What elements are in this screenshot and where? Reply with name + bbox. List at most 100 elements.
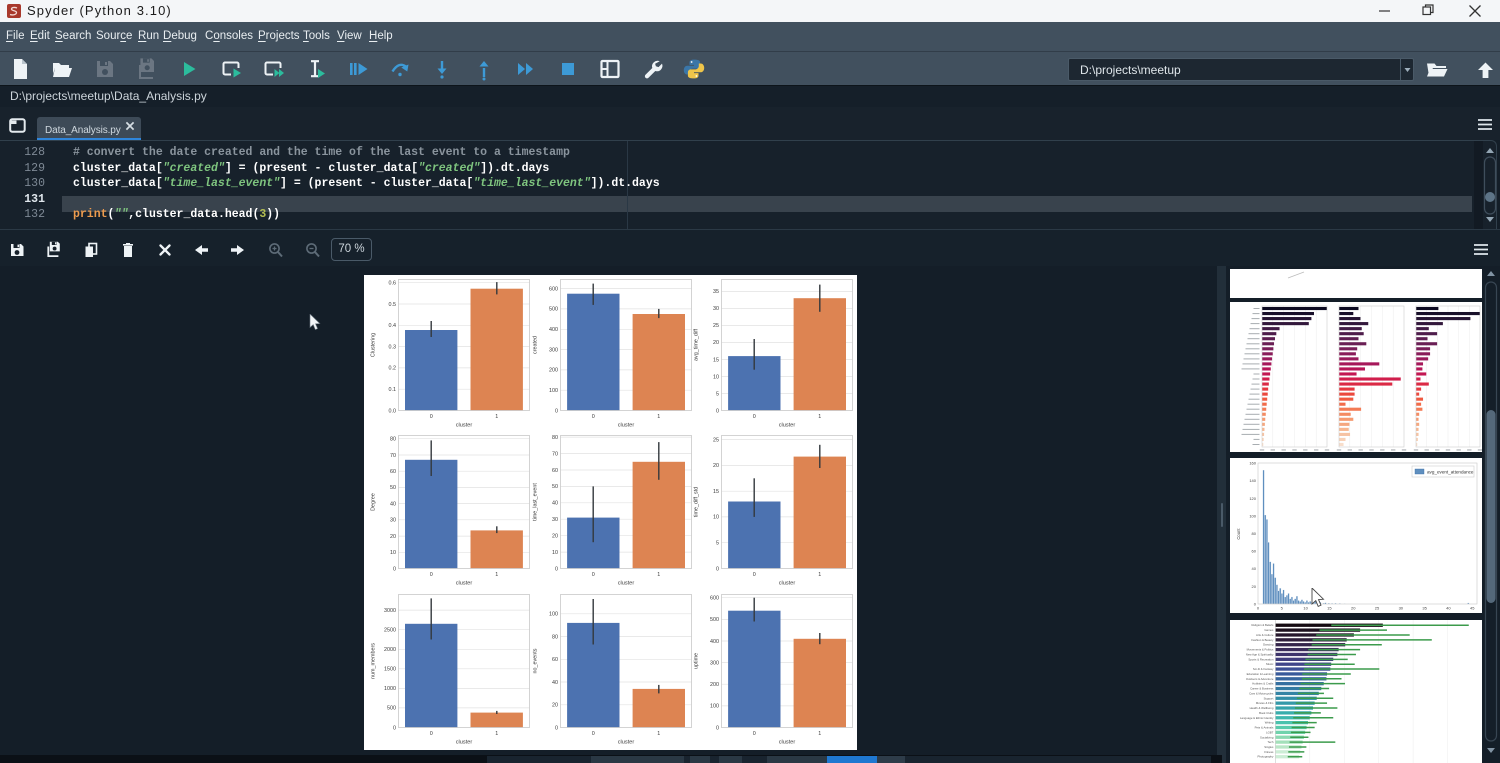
- svg-text:0: 0: [753, 414, 756, 420]
- svg-text:0.3: 0.3: [389, 344, 397, 350]
- svg-text:Support: Support: [1264, 696, 1274, 700]
- svg-text:30: 30: [552, 517, 558, 523]
- svg-text:300: 300: [549, 347, 558, 353]
- svg-text:80: 80: [552, 435, 558, 441]
- svg-text:0.5: 0.5: [389, 302, 397, 308]
- svg-text:Sports & Recreation: Sports & Recreation: [1248, 657, 1273, 661]
- svg-text:no_events: no_events: [533, 648, 539, 673]
- svg-text:2500: 2500: [384, 628, 396, 634]
- svg-text:Writing: Writing: [1265, 721, 1274, 725]
- svg-text:0: 0: [716, 725, 719, 731]
- svg-text:160: 160: [1249, 461, 1256, 466]
- svg-text:0: 0: [753, 572, 756, 578]
- svg-text:100: 100: [549, 612, 558, 618]
- svg-text:cluster: cluster: [779, 423, 796, 429]
- svg-text:cluster: cluster: [618, 423, 635, 429]
- svg-text:Music: Music: [1266, 662, 1274, 666]
- svg-text:Fitness: Fitness: [1264, 750, 1274, 754]
- svg-text:cluster: cluster: [618, 581, 635, 587]
- svg-text:cluster: cluster: [779, 581, 796, 587]
- svg-text:cluster: cluster: [456, 423, 473, 429]
- svg-text:1: 1: [495, 731, 498, 737]
- svg-text:0: 0: [555, 408, 558, 414]
- svg-text:Dancing: Dancing: [1263, 643, 1274, 647]
- svg-text:40: 40: [552, 680, 558, 686]
- svg-text:300: 300: [710, 660, 719, 666]
- svg-text:0: 0: [592, 572, 595, 578]
- svg-text:avg_event_attendance: avg_event_attendance: [1427, 470, 1474, 475]
- svg-text:1: 1: [657, 414, 660, 420]
- svg-text:0: 0: [430, 731, 433, 737]
- svg-text:Cars & Motorcycles: Cars & Motorcycles: [1249, 691, 1274, 695]
- svg-text:200: 200: [549, 368, 558, 374]
- svg-text:80: 80: [390, 437, 396, 443]
- svg-text:45: 45: [1470, 606, 1475, 611]
- svg-text:15: 15: [713, 489, 719, 495]
- svg-text:0: 0: [393, 566, 396, 572]
- svg-text:0.1: 0.1: [389, 387, 397, 393]
- svg-text:Count: Count: [1236, 528, 1241, 540]
- svg-text:400: 400: [710, 639, 719, 645]
- svg-text:Career & Business: Career & Business: [1250, 687, 1274, 691]
- svg-text:20: 20: [713, 463, 719, 469]
- svg-text:Photography: Photography: [1258, 755, 1274, 759]
- svg-text:10: 10: [552, 550, 558, 556]
- svg-text:0: 0: [592, 414, 595, 420]
- svg-text:500: 500: [710, 617, 719, 623]
- svg-text:40: 40: [1252, 566, 1257, 571]
- svg-text:Sci-Fi & Fantasy: Sci-Fi & Fantasy: [1253, 667, 1274, 671]
- svg-text:40: 40: [390, 501, 396, 507]
- svg-text:time_diff_std: time_diff_std: [694, 487, 700, 517]
- svg-text:40: 40: [1446, 606, 1451, 611]
- svg-text:400: 400: [549, 327, 558, 333]
- svg-text:1: 1: [818, 414, 821, 420]
- svg-text:30: 30: [713, 306, 719, 312]
- svg-text:1: 1: [495, 414, 498, 420]
- svg-text:time_last_event: time_last_event: [533, 483, 539, 521]
- svg-text:Language & Ethnic Identity: Language & Ethnic Identity: [1240, 716, 1274, 720]
- svg-text:100: 100: [710, 704, 719, 710]
- svg-text:0: 0: [716, 408, 719, 414]
- svg-text:New Age & Spirituality: New Age & Spirituality: [1246, 652, 1274, 656]
- svg-text:0: 0: [555, 566, 558, 572]
- svg-text:20: 20: [552, 534, 558, 540]
- svg-text:70: 70: [390, 453, 396, 459]
- svg-text:Socializing: Socializing: [1260, 735, 1274, 739]
- svg-text:cluster: cluster: [779, 740, 796, 746]
- svg-text:Tech: Tech: [1267, 740, 1273, 744]
- svg-text:25: 25: [713, 323, 719, 329]
- svg-text:15: 15: [1327, 606, 1332, 611]
- svg-text:1000: 1000: [384, 686, 396, 692]
- svg-text:Arts & Culture: Arts & Culture: [1256, 633, 1274, 637]
- svg-text:1500: 1500: [384, 667, 396, 673]
- svg-text:35: 35: [1422, 606, 1427, 611]
- svg-text:600: 600: [710, 596, 719, 602]
- svg-text:uptime: uptime: [694, 653, 700, 669]
- svg-text:Degree: Degree: [371, 493, 377, 511]
- svg-text:30: 30: [390, 518, 396, 524]
- svg-text:140: 140: [1249, 478, 1256, 483]
- svg-text:3000: 3000: [384, 608, 396, 614]
- svg-text:0.4: 0.4: [389, 323, 397, 329]
- svg-text:60: 60: [552, 657, 558, 663]
- svg-text:Movements & Politics: Movements & Politics: [1247, 648, 1274, 652]
- svg-text:50: 50: [390, 485, 396, 491]
- svg-text:20: 20: [713, 340, 719, 346]
- svg-text:10: 10: [390, 550, 396, 556]
- svg-text:1: 1: [495, 572, 498, 578]
- svg-text:50: 50: [552, 484, 558, 490]
- svg-text:60: 60: [1252, 549, 1257, 554]
- svg-text:Health & Wellbeing: Health & Wellbeing: [1250, 706, 1274, 710]
- svg-text:Religion & Beliefs: Religion & Beliefs: [1251, 623, 1274, 627]
- svg-text:70: 70: [552, 451, 558, 457]
- svg-text:2000: 2000: [384, 647, 396, 653]
- svg-text:LGBT: LGBT: [1266, 730, 1274, 734]
- svg-text:cluster: cluster: [618, 740, 635, 746]
- svg-text:20: 20: [390, 534, 396, 540]
- svg-text:Clustering: Clustering: [371, 333, 377, 357]
- svg-text:created: created: [533, 336, 539, 354]
- svg-text:0: 0: [430, 414, 433, 420]
- svg-text:30: 30: [1399, 606, 1404, 611]
- svg-text:Pets & Animals: Pets & Animals: [1255, 726, 1274, 730]
- svg-text:5: 5: [716, 541, 719, 547]
